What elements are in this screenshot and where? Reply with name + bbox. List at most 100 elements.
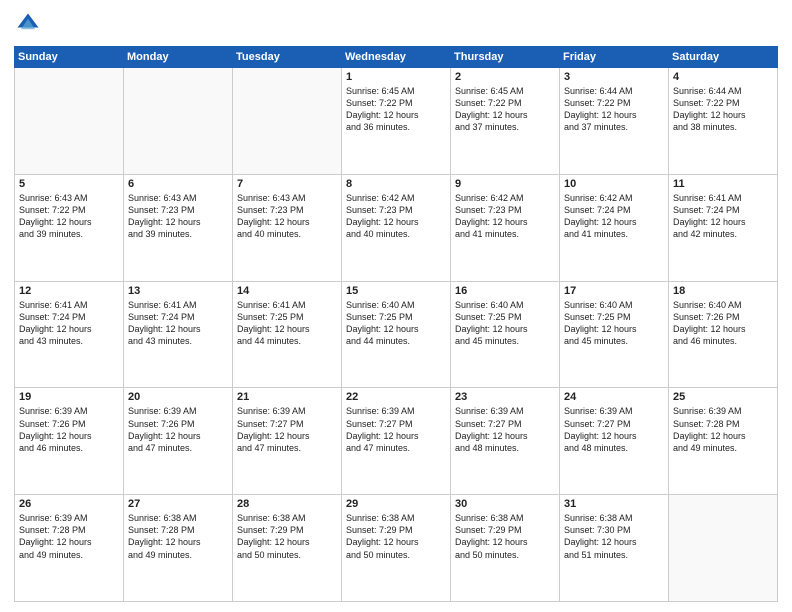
day-cell: 7 Sunrise: 6:43 AM Sunset: 7:23 PM Daylig…	[233, 174, 342, 281]
day-info: Sunrise: 6:39 AM Sunset: 7:26 PM Dayligh…	[19, 405, 119, 454]
week-row-5: 26 Sunrise: 6:39 AM Sunset: 7:28 PM Dayli…	[15, 495, 778, 602]
day-info: Sunrise: 6:44 AM Sunset: 7:22 PM Dayligh…	[673, 85, 773, 134]
day-number: 11	[673, 178, 773, 190]
day-cell: 17 Sunrise: 6:40 AM Sunset: 7:25 PM Dayli…	[560, 281, 669, 388]
day-cell: 20 Sunrise: 6:39 AM Sunset: 7:26 PM Dayli…	[124, 388, 233, 495]
calendar-table: SundayMondayTuesdayWednesdayThursdayFrid…	[14, 46, 778, 602]
day-cell: 1 Sunrise: 6:45 AM Sunset: 7:22 PM Daylig…	[342, 68, 451, 175]
weekday-header-row: SundayMondayTuesdayWednesdayThursdayFrid…	[15, 47, 778, 68]
day-cell: 14 Sunrise: 6:41 AM Sunset: 7:25 PM Dayli…	[233, 281, 342, 388]
day-number: 9	[455, 178, 555, 190]
day-cell: 30 Sunrise: 6:38 AM Sunset: 7:29 PM Dayli…	[451, 495, 560, 602]
day-number: 15	[346, 285, 446, 297]
day-cell: 6 Sunrise: 6:43 AM Sunset: 7:23 PM Daylig…	[124, 174, 233, 281]
day-info: Sunrise: 6:39 AM Sunset: 7:28 PM Dayligh…	[19, 512, 119, 561]
day-number: 8	[346, 178, 446, 190]
day-number: 16	[455, 285, 555, 297]
day-cell: 16Sunrise: 6:40 AM Sunset: 7:25 PM Dayli…	[451, 281, 560, 388]
day-cell: 15 Sunrise: 6:40 AM Sunset: 7:25 PM Dayli…	[342, 281, 451, 388]
day-cell: 26 Sunrise: 6:39 AM Sunset: 7:28 PM Dayli…	[15, 495, 124, 602]
day-number: 25	[673, 391, 773, 403]
day-number: 13	[128, 285, 228, 297]
day-info: Sunrise: 6:45 AM Sunset: 7:22 PM Dayligh…	[455, 85, 555, 134]
day-cell: 12Sunrise: 6:41 AM Sunset: 7:24 PM Dayli…	[15, 281, 124, 388]
day-info: Sunrise: 6:38 AM Sunset: 7:29 PM Dayligh…	[455, 512, 555, 561]
day-info: Sunrise: 6:42 AM Sunset: 7:24 PM Dayligh…	[564, 192, 664, 241]
day-number: 27	[128, 498, 228, 510]
day-cell: 19 Sunrise: 6:39 AM Sunset: 7:26 PM Dayli…	[15, 388, 124, 495]
day-number: 5	[19, 178, 119, 190]
day-number: 17	[564, 285, 664, 297]
logo	[14, 10, 46, 38]
day-cell	[233, 68, 342, 175]
day-cell: 24 Sunrise: 6:39 AM Sunset: 7:27 PM Dayli…	[560, 388, 669, 495]
day-number: 19	[19, 391, 119, 403]
day-cell	[669, 495, 778, 602]
day-info: Sunrise: 6:43 AM Sunset: 7:23 PM Dayligh…	[128, 192, 228, 241]
day-number: 18	[673, 285, 773, 297]
day-cell: 25 Sunrise: 6:39 AM Sunset: 7:28 PM Dayli…	[669, 388, 778, 495]
day-info: Sunrise: 6:39 AM Sunset: 7:27 PM Dayligh…	[564, 405, 664, 454]
day-cell: 29 Sunrise: 6:38 AM Sunset: 7:29 PM Dayli…	[342, 495, 451, 602]
day-number: 10	[564, 178, 664, 190]
day-info: Sunrise: 6:39 AM Sunset: 7:27 PM Dayligh…	[237, 405, 337, 454]
day-info: Sunrise: 6:43 AM Sunset: 7:22 PM Dayligh…	[19, 192, 119, 241]
day-cell: 31Sunrise: 6:38 AM Sunset: 7:30 PM Dayli…	[560, 495, 669, 602]
day-number: 30	[455, 498, 555, 510]
day-cell: 27 Sunrise: 6:38 AM Sunset: 7:28 PM Dayli…	[124, 495, 233, 602]
day-cell: 3 Sunrise: 6:44 AM Sunset: 7:22 PM Daylig…	[560, 68, 669, 175]
weekday-tuesday: Tuesday	[233, 47, 342, 68]
day-cell: 28 Sunrise: 6:38 AM Sunset: 7:29 PM Dayli…	[233, 495, 342, 602]
day-cell: 23Sunrise: 6:39 AM Sunset: 7:27 PM Dayli…	[451, 388, 560, 495]
day-number: 2	[455, 71, 555, 83]
day-number: 3	[564, 71, 664, 83]
week-row-4: 19 Sunrise: 6:39 AM Sunset: 7:26 PM Dayli…	[15, 388, 778, 495]
weekday-saturday: Saturday	[669, 47, 778, 68]
day-info: Sunrise: 6:41 AM Sunset: 7:24 PM Dayligh…	[673, 192, 773, 241]
day-number: 28	[237, 498, 337, 510]
day-info: Sunrise: 6:40 AM Sunset: 7:25 PM Dayligh…	[346, 299, 446, 348]
day-info: Sunrise: 6:44 AM Sunset: 7:22 PM Dayligh…	[564, 85, 664, 134]
day-info: Sunrise: 6:41 AM Sunset: 7:24 PM Dayligh…	[19, 299, 119, 348]
day-info: Sunrise: 6:38 AM Sunset: 7:30 PM Dayligh…	[564, 512, 664, 561]
day-cell	[124, 68, 233, 175]
day-number: 21	[237, 391, 337, 403]
day-cell: 8Sunrise: 6:42 AM Sunset: 7:23 PM Daylig…	[342, 174, 451, 281]
day-cell: 22 Sunrise: 6:39 AM Sunset: 7:27 PM Dayli…	[342, 388, 451, 495]
day-number: 14	[237, 285, 337, 297]
day-number: 29	[346, 498, 446, 510]
day-number: 22	[346, 391, 446, 403]
day-cell: 2 Sunrise: 6:45 AM Sunset: 7:22 PM Daylig…	[451, 68, 560, 175]
day-number: 26	[19, 498, 119, 510]
day-info: Sunrise: 6:39 AM Sunset: 7:27 PM Dayligh…	[346, 405, 446, 454]
day-number: 24	[564, 391, 664, 403]
logo-icon	[14, 10, 42, 38]
day-info: Sunrise: 6:45 AM Sunset: 7:22 PM Dayligh…	[346, 85, 446, 134]
day-number: 6	[128, 178, 228, 190]
day-cell: 9Sunrise: 6:42 AM Sunset: 7:23 PM Daylig…	[451, 174, 560, 281]
day-cell: 5 Sunrise: 6:43 AM Sunset: 7:22 PM Daylig…	[15, 174, 124, 281]
day-cell: 18 Sunrise: 6:40 AM Sunset: 7:26 PM Dayli…	[669, 281, 778, 388]
weekday-monday: Monday	[124, 47, 233, 68]
week-row-2: 5 Sunrise: 6:43 AM Sunset: 7:22 PM Daylig…	[15, 174, 778, 281]
day-info: Sunrise: 6:43 AM Sunset: 7:23 PM Dayligh…	[237, 192, 337, 241]
day-info: Sunrise: 6:39 AM Sunset: 7:27 PM Dayligh…	[455, 405, 555, 454]
day-info: Sunrise: 6:39 AM Sunset: 7:28 PM Dayligh…	[673, 405, 773, 454]
day-info: Sunrise: 6:40 AM Sunset: 7:26 PM Dayligh…	[673, 299, 773, 348]
weekday-friday: Friday	[560, 47, 669, 68]
day-info: Sunrise: 6:38 AM Sunset: 7:29 PM Dayligh…	[346, 512, 446, 561]
day-cell: 13 Sunrise: 6:41 AM Sunset: 7:24 PM Dayli…	[124, 281, 233, 388]
day-info: Sunrise: 6:39 AM Sunset: 7:26 PM Dayligh…	[128, 405, 228, 454]
weekday-thursday: Thursday	[451, 47, 560, 68]
day-number: 7	[237, 178, 337, 190]
day-info: Sunrise: 6:38 AM Sunset: 7:29 PM Dayligh…	[237, 512, 337, 561]
day-cell: 10 Sunrise: 6:42 AM Sunset: 7:24 PM Dayli…	[560, 174, 669, 281]
day-info: Sunrise: 6:40 AM Sunset: 7:25 PM Dayligh…	[564, 299, 664, 348]
day-info: Sunrise: 6:41 AM Sunset: 7:25 PM Dayligh…	[237, 299, 337, 348]
day-cell	[15, 68, 124, 175]
day-info: Sunrise: 6:41 AM Sunset: 7:24 PM Dayligh…	[128, 299, 228, 348]
day-number: 20	[128, 391, 228, 403]
header	[14, 10, 778, 38]
day-number: 1	[346, 71, 446, 83]
day-info: Sunrise: 6:38 AM Sunset: 7:28 PM Dayligh…	[128, 512, 228, 561]
